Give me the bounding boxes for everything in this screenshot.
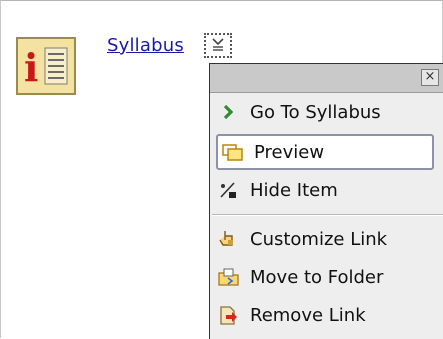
- green-arrow-icon: [216, 101, 242, 123]
- menu-item-label: Go To Syllabus: [250, 101, 381, 123]
- menu-header: ×: [210, 64, 443, 93]
- menu-item-hide-item[interactable]: Hide Item: [216, 172, 436, 208]
- menu-item-preview[interactable]: Preview: [216, 134, 434, 170]
- remove-page-icon: [216, 304, 242, 326]
- chevron-down-icon: [212, 38, 224, 51]
- syllabus-link[interactable]: Syllabus: [107, 35, 184, 56]
- menu-item-label: Customize Link: [250, 228, 388, 250]
- percent-hide-icon: [216, 179, 242, 201]
- menu-item-remove-link[interactable]: Remove Link: [216, 297, 436, 333]
- menu-item-label: Move to Folder: [250, 266, 384, 288]
- info-document-icon: i: [16, 37, 76, 95]
- preview-window-icon: [220, 141, 246, 163]
- menu-item-label: Preview: [254, 141, 325, 163]
- context-menu: × Go To Syllabus Preview Hide Item Custo…: [209, 63, 443, 339]
- menu-separator: [212, 214, 443, 216]
- hand-pointer-icon: [216, 228, 242, 250]
- menu-item-customize-link[interactable]: Customize Link: [216, 221, 436, 257]
- context-menu-button[interactable]: [204, 33, 232, 58]
- folder-move-icon: [216, 266, 242, 288]
- menu-item-move-to-folder[interactable]: Move to Folder: [216, 259, 436, 295]
- svg-text:i: i: [24, 45, 38, 90]
- menu-item-go-to-syllabus[interactable]: Go To Syllabus: [216, 94, 436, 130]
- close-icon[interactable]: ×: [421, 69, 439, 86]
- menu-item-label: Hide Item: [250, 179, 338, 201]
- menu-item-label: Remove Link: [250, 304, 366, 326]
